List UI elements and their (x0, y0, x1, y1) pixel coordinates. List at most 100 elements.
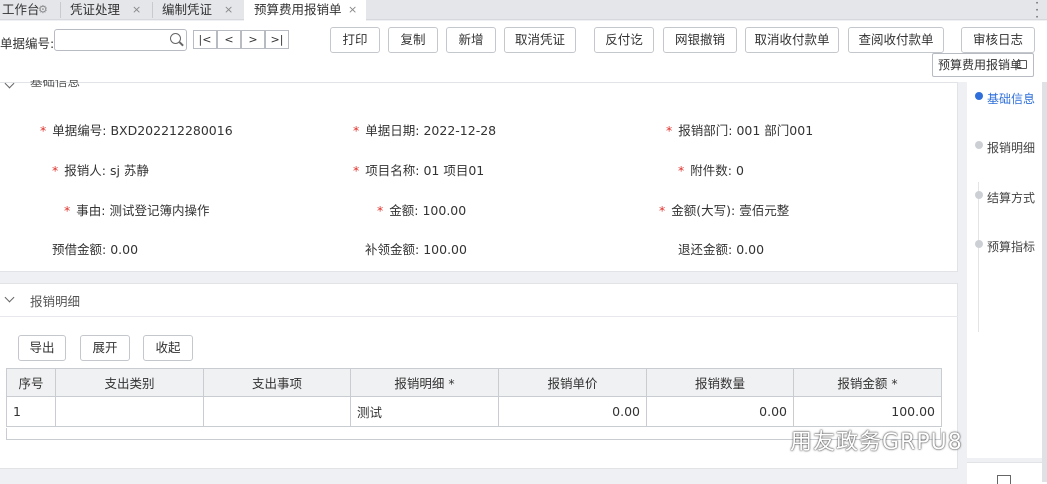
field-label: 报销部门: (678, 123, 733, 138)
close-icon[interactable]: × (348, 0, 357, 19)
table-cell[interactable]: 100.00 (793, 396, 942, 427)
bank-revoke-button[interactable]: 网银撤销 (663, 27, 737, 53)
column-header[interactable]: 报销数量 (646, 368, 794, 397)
column-header[interactable]: 支出类别 (55, 368, 204, 397)
column-header[interactable]: 支出事项 (203, 368, 351, 397)
field-value: BXD202212280016 (110, 123, 233, 138)
print-template-label: 预算费用报销单 (938, 58, 1023, 72)
table-header-row: 序号 支出类别 支出事项 报销明细 * 报销单价 报销数量 报销金额 * (6, 368, 942, 397)
field-label: 项目名称: (365, 163, 420, 178)
field-doc-date: * 单据日期: 2022-12-28 (353, 123, 497, 138)
field-label: 附件数: (690, 163, 732, 178)
prev-record-button[interactable]: < (217, 30, 241, 49)
search-icon[interactable] (170, 33, 181, 44)
field-advance: 预借金额: 0.00 (52, 239, 138, 258)
search-input[interactable] (54, 29, 187, 51)
field-value: sj 苏静 (109, 163, 149, 178)
next-record-button[interactable]: > (241, 30, 265, 49)
field-label: 金额: (389, 203, 419, 218)
tab-label: 凭证处理 (70, 2, 121, 17)
nav-dot (975, 141, 983, 149)
tab-divider (152, 2, 153, 18)
detail-title: 报销明细 (30, 294, 81, 309)
section-navigator: 基础信息 报销明细 结算方式 预算指标 (967, 82, 1047, 458)
tab-label: 工作台 (2, 2, 40, 17)
field-dept: * 报销部门: 001 部门001 (666, 123, 814, 138)
first-record-button[interactable]: |< (193, 30, 217, 49)
column-header[interactable]: 序号 (6, 368, 56, 397)
field-reimburser: * 报销人: sj 苏静 (52, 163, 149, 178)
field-value: 0.00 (736, 242, 765, 257)
nav-item-basic-info[interactable]: 基础信息 (987, 90, 1035, 107)
tab-workbench[interactable]: 工作台 ⚙ (0, 0, 58, 20)
tab-label: 编制凭证 (162, 2, 213, 17)
settings-icon[interactable]: ⚙ (38, 0, 48, 19)
nav-dot (975, 191, 983, 199)
floating-tool[interactable] (967, 462, 1047, 484)
section-divider (0, 316, 958, 317)
table-cell[interactable] (55, 396, 204, 427)
nav-item-detail[interactable]: 报销明细 (987, 139, 1035, 156)
nav-dot (975, 240, 983, 248)
close-icon[interactable]: × (132, 0, 141, 19)
scrollbar[interactable] (1042, 82, 1047, 482)
field-value: 100.00 (422, 203, 467, 218)
nav-item-settlement[interactable]: 结算方式 (987, 189, 1035, 206)
audit-log-button[interactable]: 审核日志 (961, 27, 1035, 53)
field-label: 事由: (76, 203, 106, 218)
add-button[interactable]: 新增 (446, 27, 496, 53)
field-amount: * 金额: 100.00 (377, 203, 467, 218)
field-value: 01 项目01 (423, 163, 485, 178)
field-refund: 退还金额: 0.00 (678, 239, 764, 258)
print-template-select[interactable]: 预算费用报销单 (932, 53, 1034, 77)
field-value: 001 部门001 (736, 123, 814, 138)
document-icon (997, 475, 1011, 484)
field-doc-no: * 单据编号: BXD202212280016 (40, 123, 233, 138)
table-cell[interactable]: 1 (6, 396, 56, 427)
table-cell[interactable]: 测试 (350, 396, 499, 427)
field-amount-uppercase: * 金额(大写): 壹佰元整 (659, 203, 790, 218)
nav-item-budget[interactable]: 预算指标 (987, 238, 1035, 255)
field-supplement: 补领金额: 100.00 (365, 239, 467, 258)
tab-voucher-processing[interactable]: 凭证处理 × (68, 0, 150, 20)
expand-button[interactable]: 展开 (80, 335, 130, 361)
export-button[interactable]: 导出 (18, 335, 66, 361)
field-value: 2022-12-28 (423, 123, 497, 138)
reverse-paid-button[interactable]: 反付讫 (594, 27, 654, 53)
detail-table: 序号 支出类别 支出事项 报销明细 * 报销单价 报销数量 报销金额 * 1 测… (6, 368, 942, 427)
table-row[interactable]: 1 测试 0.00 0.00 100.00 (6, 396, 942, 427)
field-value: 100.00 (423, 242, 467, 257)
field-value: 0 (735, 163, 744, 178)
tab-compile-voucher[interactable]: 编制凭证 × (160, 0, 242, 20)
column-header[interactable]: 报销明细 * (350, 368, 499, 397)
field-value: 0.00 (110, 242, 139, 257)
print-button[interactable]: 打印 (330, 27, 380, 53)
table-cell[interactable]: 0.00 (646, 396, 794, 427)
field-reason: * 事由: 测试登记簿内操作 (64, 203, 210, 218)
view-receipt-button[interactable]: 查阅收付款单 (848, 27, 944, 53)
more-options-icon[interactable]: · · · (1035, 0, 1039, 23)
doc-no-label: 单据编号: (0, 36, 55, 51)
field-label: 单据编号: (52, 123, 107, 138)
last-record-button[interactable]: >| (265, 30, 289, 49)
basic-info-title: 基础信息 (30, 80, 81, 89)
field-project: * 项目名称: 01 项目01 (353, 163, 485, 178)
collapse-button[interactable]: 收起 (143, 335, 193, 361)
field-attachments: * 附件数: 0 (678, 163, 744, 178)
field-value: 壹佰元整 (739, 203, 790, 218)
tab-label: 预算费用报销单 (254, 2, 342, 17)
column-header[interactable]: 报销金额 * (793, 368, 942, 397)
field-label: 预借金额: (52, 242, 107, 257)
copy-button[interactable]: 复制 (388, 27, 438, 53)
table-cell[interactable]: 0.00 (498, 396, 647, 427)
tab-divider (60, 2, 61, 18)
table-cell[interactable] (203, 396, 351, 427)
cancel-receipt-button[interactable]: 取消收付款单 (745, 27, 839, 53)
column-header[interactable]: 报销单价 (498, 368, 647, 397)
field-label: 退还金额: (678, 242, 733, 257)
nav-track (978, 182, 979, 332)
close-icon[interactable]: × (224, 0, 233, 19)
tab-budget-expense-form[interactable]: 预算费用报销单 × (244, 0, 366, 21)
field-label: 补领金额: (365, 242, 420, 257)
cancel-voucher-button[interactable]: 取消凭证 (504, 27, 576, 53)
